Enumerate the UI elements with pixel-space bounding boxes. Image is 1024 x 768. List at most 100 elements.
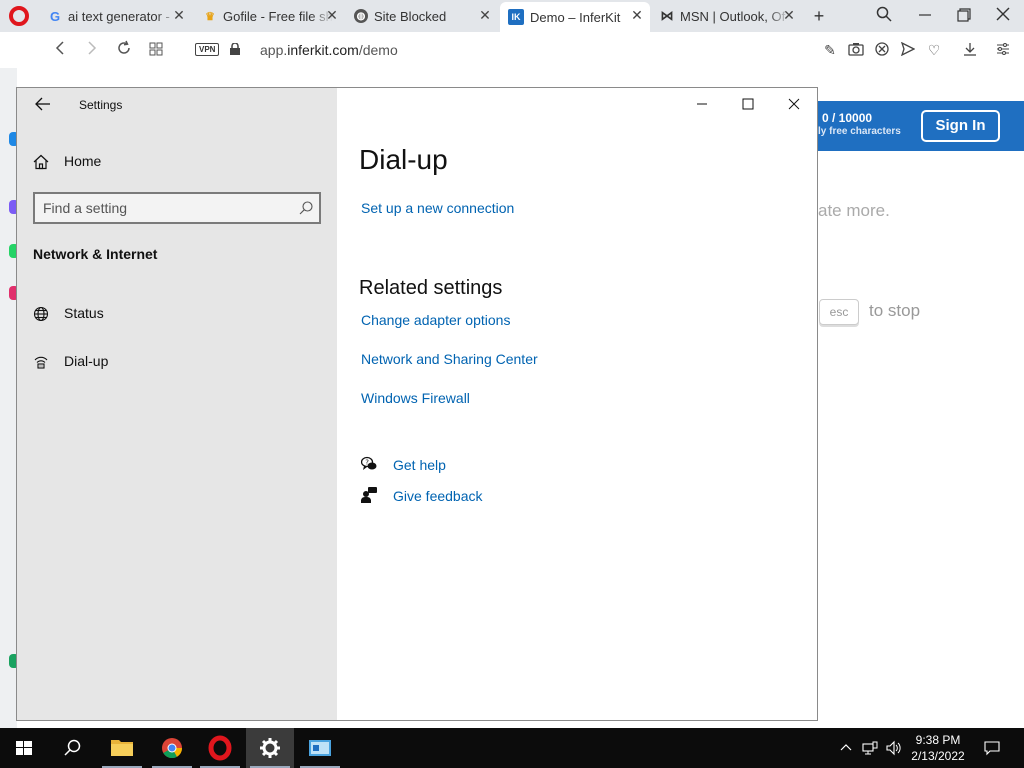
home-nav-item[interactable]: Home	[33, 150, 323, 174]
notifications-icon[interactable]	[984, 740, 1000, 756]
minimize-window-button[interactable]	[687, 94, 717, 114]
tab-inferkit-demo[interactable]: IK Demo – InferKit ✕	[500, 2, 650, 32]
network-tray-icon[interactable]	[862, 740, 878, 756]
give-feedback-icon	[361, 487, 377, 503]
google-favicon-icon: G	[49, 8, 61, 24]
taskbar-clock[interactable]: 9:38 PM 2/13/2022	[906, 732, 970, 764]
msn-favicon-icon: ⋈	[660, 8, 674, 23]
gofile-favicon-icon: ♛	[205, 10, 215, 23]
section-title-network-internet: Network & Internet	[33, 246, 158, 262]
character-count: 0 / 10000	[822, 111, 873, 125]
search-icon[interactable]	[299, 201, 313, 215]
close-tab-icon[interactable]: ✕	[478, 8, 492, 22]
heart-icon[interactable]: ♡	[926, 42, 942, 58]
close-tab-icon[interactable]: ✕	[630, 8, 644, 22]
search-taskbar-icon[interactable]	[48, 728, 96, 768]
tab-search-icon[interactable]	[873, 5, 895, 27]
change-adapter-options-link[interactable]: Change adapter options	[361, 312, 510, 328]
setup-new-connection-link[interactable]: Set up a new connection	[361, 200, 514, 216]
tab-title: ai text generator -	[68, 8, 170, 24]
address-bar: VPN app.inferkit.com/demo ✎ ♡	[40, 32, 1024, 68]
stop-hint-text: to stop	[869, 301, 921, 320]
tab-ai-text-generator[interactable]: G ai text generator - ✕	[40, 2, 192, 30]
control-panel-icon[interactable]	[296, 728, 344, 768]
camera-icon[interactable]	[848, 42, 864, 58]
globe-icon	[33, 306, 49, 322]
settings-window-title: Settings	[79, 98, 123, 112]
back-icon[interactable]	[50, 40, 70, 60]
close-tab-icon[interactable]: ✕	[325, 8, 339, 22]
tab-msn-outlook[interactable]: ⋈ MSN | Outlook, Of ✕	[652, 2, 802, 30]
give-feedback-link[interactable]: Give feedback	[393, 488, 483, 504]
easy-setup-icon[interactable]	[995, 42, 1011, 58]
vpn-badge[interactable]: VPN	[195, 43, 220, 56]
block-ads-icon[interactable]	[874, 42, 890, 58]
show-hidden-icons-icon[interactable]	[838, 740, 854, 756]
sidebar-item-label: Dial-up	[64, 353, 109, 369]
lock-icon[interactable]	[230, 42, 240, 55]
sign-in-button[interactable]: Sign In	[921, 110, 1000, 142]
url-path: /demo	[358, 42, 398, 58]
tab-title: MSN | Outlook, Of	[680, 8, 786, 24]
tab-title: Demo – InferKit	[530, 9, 621, 25]
esc-key-badge: esc	[819, 299, 859, 325]
sidebar-item-label: Status	[64, 305, 104, 321]
close-window-button[interactable]	[779, 94, 809, 114]
get-help-icon: ?	[360, 456, 377, 472]
home-icon	[33, 154, 49, 170]
restore-browser-button[interactable]	[953, 5, 975, 27]
minimize-browser-button[interactable]	[914, 5, 936, 27]
clock-time: 9:38 PM	[915, 733, 961, 747]
forward-icon[interactable]	[82, 40, 102, 60]
svg-text:?: ?	[365, 459, 369, 467]
edit-icon[interactable]: ✎	[822, 42, 838, 58]
find-setting-box[interactable]	[33, 192, 321, 224]
send-icon[interactable]	[900, 41, 916, 58]
close-browser-button[interactable]	[992, 5, 1014, 27]
settings-content: Dial-up Set up a new connection Related …	[337, 88, 817, 720]
browser-tab-bar: G ai text generator - ✕ ♛ Gofile - Free …	[0, 0, 1024, 32]
windows-taskbar: 9:38 PM 2/13/2022	[0, 728, 1024, 768]
generate-hint-text: ate more.	[818, 201, 890, 220]
related-settings-heading: Related settings	[359, 277, 503, 299]
opera-sidebar	[0, 68, 19, 728]
file-explorer-icon[interactable]	[98, 728, 146, 768]
globe-favicon-icon: ◍	[354, 9, 368, 23]
get-help-link[interactable]: Get help	[393, 457, 446, 473]
windows-firewall-link[interactable]: Windows Firewall	[361, 390, 470, 406]
sidebar-item-status[interactable]: Status	[17, 294, 337, 334]
settings-sidebar: Settings Home Network & Internet Status	[17, 88, 337, 720]
clock-date: 2/13/2022	[911, 749, 965, 763]
tiles-icon[interactable]	[146, 40, 166, 60]
new-tab-button[interactable]: +	[808, 5, 830, 27]
url-prefix: app.	[260, 42, 288, 58]
page-title: Dial-up	[359, 144, 448, 175]
opera-taskbar-icon[interactable]	[196, 728, 244, 768]
inferkit-page: 0 / 10000 ly free characters Sign In ate…	[818, 68, 1024, 728]
find-setting-input[interactable]	[43, 198, 293, 218]
start-button[interactable]	[0, 728, 48, 768]
inferkit-favicon-icon: IK	[508, 9, 524, 25]
opera-logo-icon[interactable]	[9, 6, 29, 26]
settings-taskbar-icon[interactable]	[246, 728, 294, 768]
back-arrow-icon[interactable]	[33, 94, 53, 114]
reload-icon[interactable]	[114, 40, 134, 60]
maximize-window-button[interactable]	[733, 94, 763, 114]
tab-site-blocked[interactable]: ◍ Site Blocked ✕	[346, 2, 498, 30]
download-icon[interactable]	[962, 42, 978, 58]
tab-title: Site Blocked	[374, 8, 447, 24]
tab-title: Gofile - Free file sh	[223, 8, 333, 24]
close-tab-icon[interactable]: ✕	[172, 8, 186, 22]
url-field[interactable]: app.inferkit.com/demo	[260, 42, 398, 58]
settings-window: Settings Home Network & Internet Status	[16, 87, 818, 721]
sidebar-item-dial-up[interactable]: Dial-up	[17, 342, 337, 382]
chrome-icon[interactable]	[148, 728, 196, 768]
volume-icon[interactable]	[886, 740, 902, 756]
home-label: Home	[64, 153, 102, 169]
network-sharing-center-link[interactable]: Network and Sharing Center	[361, 351, 538, 367]
inferkit-banner: 0 / 10000 ly free characters Sign In	[818, 101, 1024, 151]
tab-gofile[interactable]: ♛ Gofile - Free file sh ✕	[195, 2, 345, 30]
url-domain: inferkit.com	[287, 42, 359, 58]
close-tab-icon[interactable]: ✕	[782, 8, 796, 22]
dial-up-icon	[33, 354, 49, 370]
